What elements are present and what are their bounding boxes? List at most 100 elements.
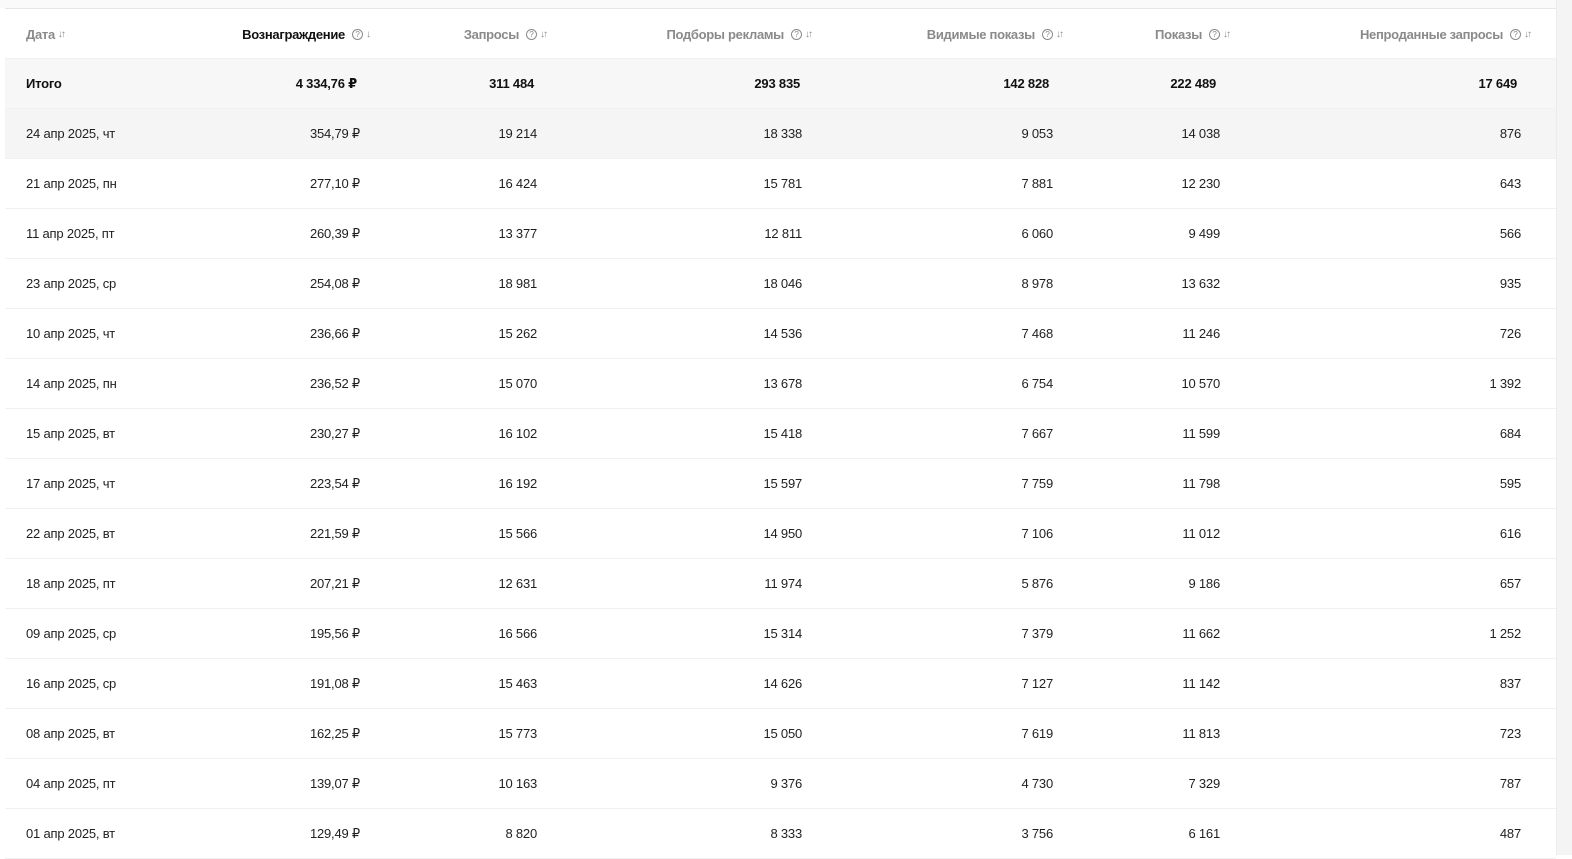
cell-date: 18 апр 2025, пт <box>26 576 116 591</box>
column-label: Видимые показы <box>926 26 1036 42</box>
cell-date: 24 апр 2025, чт <box>26 126 116 141</box>
column-header-unsold-requests[interactable]: Непроданные запросы? ↓↑ <box>1359 9 1532 60</box>
cell-date: 10 апр 2025, чт <box>26 326 116 341</box>
cell-date: 01 апр 2025, вт <box>26 826 115 841</box>
cell-requests: 13 377 <box>498 226 537 241</box>
cell-reward: 236,66 ₽ <box>309 326 360 341</box>
sort-icon[interactable]: ↓↑ <box>540 10 548 60</box>
cell-visible-impressions: 4 730 <box>1021 776 1053 791</box>
cell-requests: 8 820 <box>505 826 537 841</box>
cell-reward: 129,49 ₽ <box>309 826 360 841</box>
cell-requests: 15 566 <box>498 526 537 541</box>
total-requests: 311 484 <box>489 76 534 91</box>
cell-visible-impressions: 7 759 <box>1021 476 1053 491</box>
cell-unsold-requests: 684 <box>1499 426 1521 441</box>
cell-requests: 16 424 <box>498 176 537 191</box>
cell-date: 15 апр 2025, вт <box>26 426 115 441</box>
cell-reward: 260,39 ₽ <box>309 226 360 241</box>
cell-impressions: 6 161 <box>1188 826 1220 841</box>
cell-reward: 195,56 ₽ <box>309 626 360 641</box>
column-header-visible-impressions[interactable]: Видимые показы? ↓↑ <box>926 9 1064 60</box>
sort-icon[interactable]: ↓↑ <box>805 10 813 60</box>
cell-requests: 16 102 <box>498 426 537 441</box>
cell-ad-matches: 14 536 <box>763 326 802 341</box>
cell-visible-impressions: 7 468 <box>1021 326 1053 341</box>
cell-impressions: 11 012 <box>1182 526 1220 541</box>
cell-visible-impressions: 3 756 <box>1021 826 1053 841</box>
table-row[interactable]: 18 апр 2025, пт 207,21 ₽ 12 631 11 974 5 876… <box>5 559 1556 609</box>
cell-date: 09 апр 2025, ср <box>26 626 117 641</box>
cell-visible-impressions: 6 060 <box>1021 226 1053 241</box>
cell-ad-matches: 13 678 <box>763 376 802 391</box>
cell-impressions: 11 599 <box>1182 426 1220 441</box>
total-ad-matches: 293 835 <box>754 76 800 91</box>
sort-icon[interactable]: ↓↑ <box>1524 10 1532 60</box>
column-header-impressions[interactable]: Показы? ↓↑ <box>1155 9 1231 60</box>
column-header-reward[interactable]: Вознаграждение? ↓ <box>242 9 371 60</box>
table-row[interactable]: 17 апр 2025, чт 223,54 ₽ 16 192 15 597 7 759… <box>5 459 1556 509</box>
cell-unsold-requests: 787 <box>1499 776 1521 791</box>
table-row[interactable]: 14 апр 2025, пн 236,52 ₽ 15 070 13 678 6 754… <box>5 359 1556 409</box>
cell-ad-matches: 14 950 <box>763 526 802 541</box>
cell-visible-impressions: 6 754 <box>1021 376 1053 391</box>
cell-ad-matches: 18 046 <box>763 276 802 291</box>
table-row[interactable]: 11 апр 2025, пт 260,39 ₽ 13 377 12 811 6 060… <box>5 209 1556 259</box>
column-header-ad-matches[interactable]: Подборы рекламы? ↓↑ <box>666 9 813 60</box>
cell-reward: 191,08 ₽ <box>309 676 360 691</box>
sort-icon[interactable]: ↓↑ <box>1223 10 1231 60</box>
cell-visible-impressions: 7 619 <box>1021 726 1053 741</box>
total-visible-impressions: 142 828 <box>1003 76 1049 91</box>
table-row[interactable]: 16 апр 2025, ср 191,08 ₽ 15 463 14 626 7 127… <box>5 659 1556 709</box>
column-header-date[interactable]: Дата ↓↑ <box>26 9 66 60</box>
cell-date: 08 апр 2025, вт <box>26 726 115 741</box>
table-row[interactable]: 23 апр 2025, ср 254,08 ₽ 18 981 18 046 8 978… <box>5 259 1556 309</box>
help-icon[interactable]: ? <box>1042 29 1053 41</box>
column-label: Непроданные запросы <box>1359 26 1503 42</box>
help-icon[interactable]: ? <box>1209 29 1220 41</box>
sort-icon[interactable]: ↓↑ <box>58 10 66 60</box>
table-row[interactable]: 21 апр 2025, пн 277,10 ₽ 16 424 15 781 7 881… <box>5 159 1556 209</box>
cell-unsold-requests: 643 <box>1499 176 1521 191</box>
cell-date: 14 апр 2025, пн <box>26 376 117 391</box>
cell-requests: 15 773 <box>498 726 537 741</box>
cell-unsold-requests: 1 252 <box>1489 626 1521 641</box>
help-icon[interactable]: ? <box>791 29 802 41</box>
cell-impressions: 11 798 <box>1182 476 1220 491</box>
cell-unsold-requests: 616 <box>1499 526 1521 541</box>
table-row[interactable]: 04 апр 2025, пт 139,07 ₽ 10 163 9 376 4 730 7… <box>5 759 1556 809</box>
table-row[interactable]: 01 апр 2025, вт 129,49 ₽ 8 820 8 333 3 756 6 … <box>5 809 1556 859</box>
column-label: Запросы <box>463 26 519 42</box>
cell-impressions: 13 632 <box>1181 276 1220 291</box>
cell-ad-matches: 14 626 <box>763 676 802 691</box>
table-row[interactable]: 15 апр 2025, вт 230,27 ₽ 16 102 15 418 7 667… <box>5 409 1556 459</box>
cell-impressions: 11 246 <box>1182 326 1220 341</box>
cell-date: 22 апр 2025, вт <box>26 526 115 541</box>
cell-reward: 221,59 ₽ <box>309 526 360 541</box>
cell-impressions: 9 499 <box>1188 226 1220 241</box>
vertical-scrollbar[interactable] <box>1556 0 1572 855</box>
cell-date: 17 апр 2025, чт <box>26 476 116 491</box>
cell-visible-impressions: 8 978 <box>1021 276 1053 291</box>
table-row[interactable]: 24 апр 2025, чт 354,79 ₽ 19 214 18 338 9 053… <box>5 109 1556 159</box>
sort-icon[interactable]: ↓ <box>366 10 371 60</box>
help-icon[interactable]: ? <box>1510 29 1521 41</box>
table-row[interactable]: 08 апр 2025, вт 162,25 ₽ 15 773 15 050 7 619… <box>5 709 1556 759</box>
column-header-requests[interactable]: Запросы? ↓↑ <box>463 9 548 60</box>
table-row[interactable]: 10 апр 2025, чт 236,66 ₽ 15 262 14 536 7 468… <box>5 309 1556 359</box>
cell-requests: 16 566 <box>498 626 537 641</box>
total-row: Итого 4 334,76 ₽ 311 484 293 835 142 828… <box>5 59 1556 109</box>
sort-icon[interactable]: ↓↑ <box>1056 10 1064 60</box>
cell-ad-matches: 15 050 <box>763 726 802 741</box>
table-row[interactable]: 09 апр 2025, ср 195,56 ₽ 16 566 15 314 7 379… <box>5 609 1556 659</box>
cell-reward: 277,10 ₽ <box>309 176 360 191</box>
statistics-table: Дата ↓↑ Вознаграждение? ↓ Запросы? ↓↑ Подбо… <box>5 8 1556 859</box>
help-icon[interactable]: ? <box>352 29 363 41</box>
cell-visible-impressions: 5 876 <box>1021 576 1053 591</box>
cell-unsold-requests: 726 <box>1499 326 1521 341</box>
cell-reward: 354,79 ₽ <box>309 126 360 141</box>
cell-ad-matches: 12 811 <box>764 226 802 241</box>
help-icon[interactable]: ? <box>526 29 537 41</box>
cell-visible-impressions: 9 053 <box>1021 126 1053 141</box>
column-label: Дата <box>26 26 55 42</box>
table-row[interactable]: 22 апр 2025, вт 221,59 ₽ 15 566 14 950 7 106… <box>5 509 1556 559</box>
